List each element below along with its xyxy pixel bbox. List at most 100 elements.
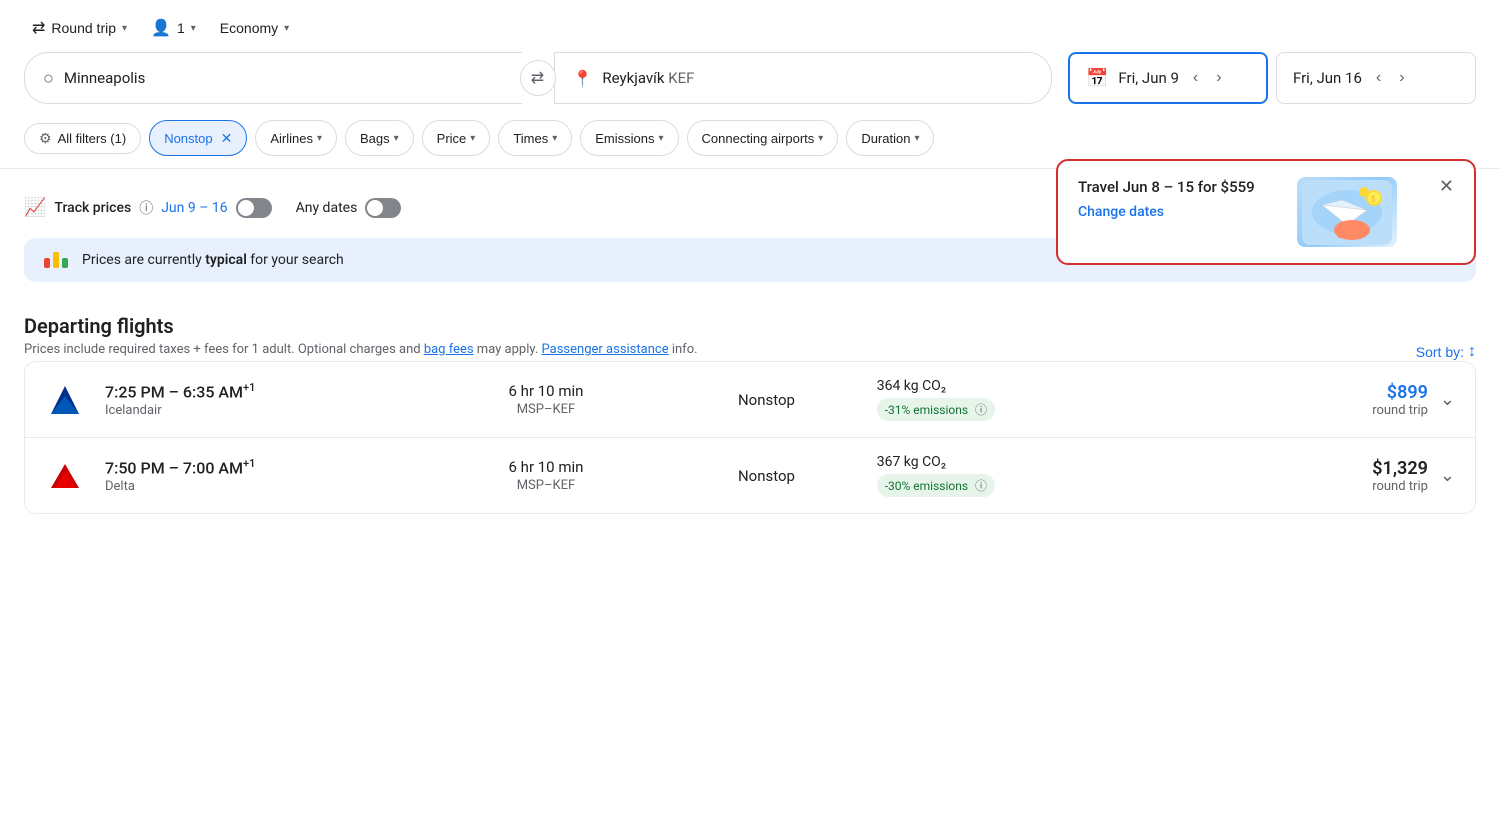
nonstop-label: Nonstop (164, 131, 212, 146)
flight-2-emissions: 367 kg CO₂ -30% emissions ⓘ (877, 454, 1208, 497)
passengers-chevron: ▾ (191, 23, 196, 34)
suggestion-image: $ (1297, 177, 1397, 247)
filter-sliders-icon: ⚙ (39, 130, 52, 147)
flight-row[interactable]: 7:25 PM – 6:35 AM+1 Icelandair 6 hr 10 m… (25, 362, 1475, 438)
destination-input[interactable]: 📍 Reykjavík KEF (554, 52, 1053, 104)
track-prices-item: 📈 Track prices ⓘ Jun 9 – 16 (24, 197, 272, 218)
departing-section: Departing flights Prices include require… (0, 298, 1500, 361)
destination-value: Reykjavík KEF (602, 69, 694, 87)
passenger-assistance-link[interactable]: Passenger assistance (542, 342, 669, 357)
duration-label: Duration (861, 131, 910, 146)
emissions-filter-button[interactable]: Emissions ▾ (580, 120, 678, 156)
bag-fees-link[interactable]: bag fees (424, 342, 474, 357)
svg-text:$: $ (1371, 195, 1376, 204)
origin-input[interactable]: ○ Minneapolis (24, 52, 522, 104)
times-filter-button[interactable]: Times ▾ (498, 120, 572, 156)
trip-type-label: Round trip (51, 20, 116, 36)
icelandair-logo-svg (47, 382, 83, 418)
price-bars-icon (44, 252, 68, 268)
track-info-icon[interactable]: ⓘ (139, 198, 153, 218)
connecting-airports-chevron: ▾ (818, 133, 823, 144)
duration-filter-button[interactable]: Duration ▾ (846, 120, 934, 156)
trip-type-chevron: ▾ (122, 23, 127, 34)
trip-type-selector[interactable]: ⇄ Round trip ▾ (24, 12, 135, 44)
cabin-selector[interactable]: Economy ▾ (212, 14, 297, 42)
swap-arrows-icon: ⇄ (531, 68, 544, 88)
sort-button[interactable]: Sort by: ↕ (1416, 343, 1476, 361)
flight-list: 7:25 PM – 6:35 AM+1 Icelandair 6 hr 10 m… (24, 361, 1476, 514)
airlines-chevron: ▾ (317, 133, 322, 144)
any-dates-label: Any dates (296, 200, 358, 216)
delta-logo-svg (47, 458, 83, 494)
times-label: Times (513, 131, 548, 146)
any-dates-toggle[interactable] (365, 198, 401, 218)
flight-2-times: 7:50 PM – 7:00 AM+1 Delta (105, 457, 436, 494)
passengers-label: 1 (177, 20, 185, 36)
emissions-info-icon[interactable]: ⓘ (975, 403, 987, 417)
airlines-label: Airlines (270, 131, 313, 146)
flight-2-price-type: round trip (1207, 479, 1427, 494)
suggestion-illustration: $ (1302, 180, 1392, 245)
flight-1-stops: Nonstop (656, 391, 876, 409)
price-filter-button[interactable]: Price ▾ (422, 120, 491, 156)
change-dates-link[interactable]: Change dates (1078, 204, 1255, 220)
calendar-icon: 📅 (1086, 68, 1108, 89)
any-dates-item: Any dates (296, 198, 402, 218)
flight-1-airline: Icelandair (105, 403, 436, 418)
destination-pin-icon: 📍 (573, 69, 593, 88)
trending-up-icon: 📈 (24, 197, 46, 218)
swap-button[interactable]: ⇄ (520, 60, 556, 96)
connecting-airports-filter-button[interactable]: Connecting airports ▾ (687, 120, 839, 156)
depart-prev-button[interactable]: ‹ (1189, 67, 1202, 89)
flight-2-airline: Delta (105, 479, 436, 494)
origin-dot-icon: ○ (43, 68, 54, 89)
sort-icon: ↕ (1468, 343, 1476, 361)
flight-1-time: 7:25 PM – 6:35 AM+1 (105, 381, 436, 401)
passengers-selector[interactable]: 👤 1 ▾ (143, 12, 204, 44)
search-bar: ○ Minneapolis ⇄ 📍 Reykjavík KEF 📅 Fri, J… (0, 52, 1500, 116)
origin-value: Minneapolis (64, 69, 145, 87)
suggestion-text-area: Travel Jun 8 – 15 for $559 Change dates (1078, 177, 1255, 220)
track-prices-toggle[interactable] (236, 198, 272, 218)
cabin-label: Economy (220, 20, 278, 36)
emissions-2-info-icon[interactable]: ⓘ (975, 479, 987, 493)
top-bar: ⇄ Round trip ▾ 👤 1 ▾ Economy ▾ (0, 0, 1500, 52)
return-prev-button[interactable]: ‹ (1372, 67, 1385, 89)
flight-2-expand-button[interactable]: ⌄ (1440, 465, 1455, 486)
flight-2-price: $1,329 round trip (1207, 458, 1427, 494)
flight-2-emissions-badge: -30% emissions ⓘ (877, 474, 995, 497)
price-label: Price (437, 131, 467, 146)
flight-1-duration: 6 hr 10 min MSP–KEF (436, 382, 656, 417)
airline-logo-icelandair (45, 380, 85, 420)
all-filters-button[interactable]: ⚙ All filters (1) (24, 123, 141, 154)
departing-title: Departing flights (24, 314, 1476, 338)
depart-next-button[interactable]: › (1212, 67, 1225, 89)
cabin-chevron: ▾ (284, 23, 289, 34)
sort-label: Sort by: (1416, 344, 1464, 360)
flight-1-emissions-badge: -31% emissions ⓘ (877, 398, 995, 421)
flight-1-emissions: 364 kg CO₂ -31% emissions ⓘ (877, 378, 1208, 421)
depart-date-input[interactable]: 📅 Fri, Jun 9 ‹ › (1068, 52, 1268, 104)
connecting-airports-label: Connecting airports (702, 131, 815, 146)
return-date-value: Fri, Jun 16 (1293, 69, 1362, 87)
swap-icon: ⇄ (32, 18, 45, 38)
duration-chevron: ▾ (914, 133, 919, 144)
price-chevron: ▾ (470, 133, 475, 144)
sort-row: Sort by: ↕ (1416, 343, 1476, 361)
return-next-button[interactable]: › (1395, 67, 1408, 89)
airlines-filter-button[interactable]: Airlines ▾ (255, 120, 337, 156)
close-suggestion-button[interactable]: ✕ (1439, 177, 1454, 195)
track-prices-label: Track prices (54, 200, 131, 216)
flight-2-stops: Nonstop (656, 467, 876, 485)
suggestion-title: Travel Jun 8 – 15 for $559 (1078, 177, 1255, 198)
prices-info-text: Prices are currently typical for your se… (82, 252, 344, 268)
nonstop-remove-icon[interactable]: ✕ (221, 130, 233, 147)
bags-label: Bags (360, 131, 390, 146)
bags-filter-button[interactable]: Bags ▾ (345, 120, 414, 156)
person-icon: 👤 (151, 18, 171, 38)
return-date-input[interactable]: Fri, Jun 16 ‹ › (1276, 52, 1476, 104)
flight-row[interactable]: 7:50 PM – 7:00 AM+1 Delta 6 hr 10 min MS… (25, 438, 1475, 513)
flight-1-expand-button[interactable]: ⌄ (1440, 389, 1455, 410)
all-filters-label: All filters (1) (58, 131, 127, 146)
nonstop-filter-button[interactable]: Nonstop ✕ (149, 120, 247, 156)
